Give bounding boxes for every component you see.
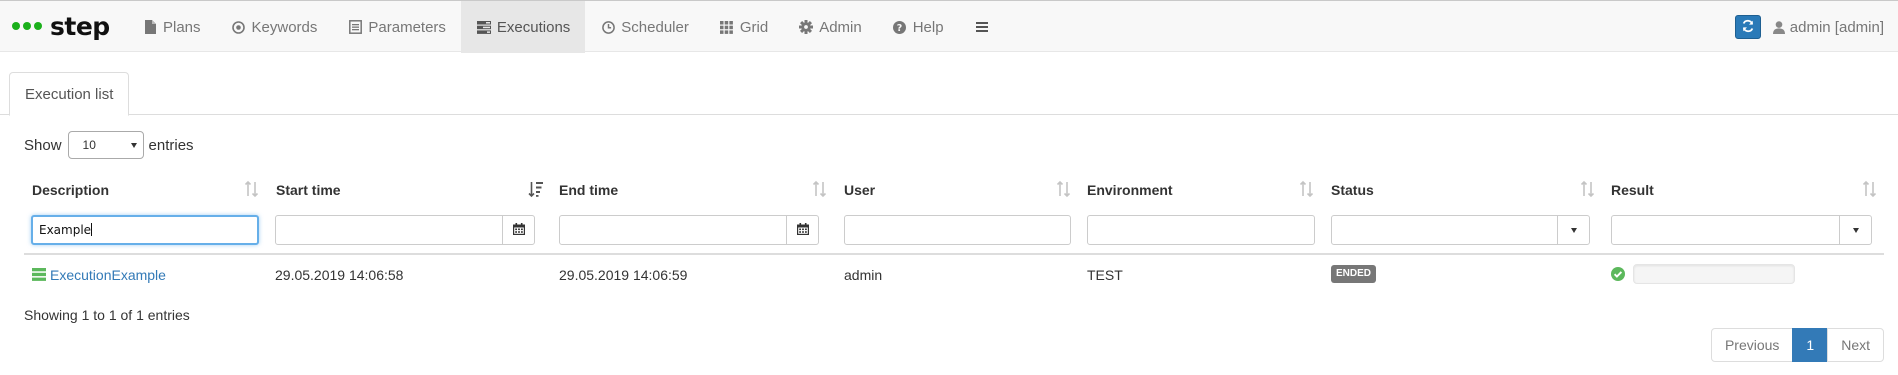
description-filter-input[interactable]: Example	[31, 215, 259, 245]
description-cell: ExecutionExample	[32, 265, 166, 285]
entries-select-value: 10	[82, 138, 96, 152]
column-header-user[interactable]: User	[844, 180, 875, 200]
end-time-date-button[interactable]	[786, 215, 819, 245]
start-time-cell: 29.05.2019 14:06:58	[275, 267, 404, 283]
nav-label: Parameters	[368, 18, 446, 36]
nav-label: Plans	[163, 18, 201, 36]
user-icon	[1772, 20, 1785, 34]
table-info: Showing 1 to 1 of 1 entries	[24, 307, 190, 323]
column-header-start-time[interactable]: Start time	[276, 180, 341, 200]
list-alt-icon	[347, 20, 363, 34]
refresh-icon	[1741, 19, 1755, 36]
start-time-date-button[interactable]	[502, 215, 535, 245]
environment-cell: TEST	[1087, 267, 1123, 283]
nav-label: Keywords	[251, 18, 318, 36]
tab-bar: Execution list	[0, 72, 1898, 116]
sort-icon[interactable]	[1299, 180, 1315, 198]
hamburger-icon	[974, 21, 990, 33]
column-header-result[interactable]: Result	[1611, 180, 1654, 200]
column-header-status[interactable]: Status	[1331, 180, 1374, 200]
sort-desc-icon[interactable]	[528, 180, 544, 198]
brand-name: step	[50, 11, 110, 41]
environment-filter-input[interactable]	[1087, 215, 1315, 245]
nav-right: admin [admin]	[1734, 1, 1884, 53]
file-icon	[142, 20, 158, 34]
tasks-icon	[32, 266, 46, 286]
grid-icon	[719, 20, 735, 34]
nav-plans[interactable]: Plans	[127, 1, 216, 53]
nav-label: Grid	[739, 18, 769, 36]
nav-help[interactable]: ? Help	[877, 1, 959, 53]
column-header-end-time[interactable]: End time	[559, 180, 618, 200]
help-icon: ?	[892, 20, 908, 34]
nav-scheduler[interactable]: Scheduler	[585, 1, 704, 53]
nav-menu[interactable]	[959, 1, 1010, 53]
nav-grid[interactable]: Grid	[704, 1, 783, 53]
nav-label: Help	[912, 18, 944, 36]
top-navbar: step Plans Keywords Parameters Execution…	[0, 0, 1898, 53]
user-filter-input[interactable]	[844, 215, 1071, 245]
result-filter-select[interactable]	[1611, 215, 1840, 245]
user-menu[interactable]: admin [admin]	[1772, 18, 1884, 36]
sort-icon[interactable]	[1580, 180, 1596, 198]
execution-link[interactable]: ExecutionExample	[50, 267, 166, 283]
result-progress-bar	[1633, 264, 1795, 284]
caret-down-icon	[1570, 227, 1577, 233]
length-prefix: Show	[24, 136, 62, 154]
pagination-page-button[interactable]: 1	[1792, 328, 1829, 362]
nav-keywords[interactable]: Keywords	[216, 1, 333, 53]
end-time-cell: 29.05.2019 14:06:59	[559, 267, 688, 283]
column-header-description[interactable]: Description	[32, 180, 109, 200]
description-filter-value: Example	[39, 223, 92, 237]
target-icon	[231, 20, 247, 34]
sort-icon[interactable]	[812, 180, 828, 198]
sort-icon[interactable]	[244, 180, 260, 198]
refresh-button[interactable]	[1734, 15, 1761, 39]
nav-parameters[interactable]: Parameters	[332, 1, 461, 53]
main-nav: Plans Keywords Parameters Executions Sch…	[127, 1, 1010, 53]
user-label: admin [admin]	[1789, 18, 1884, 36]
status-badge: ENDED	[1331, 265, 1377, 283]
chevron-down-icon	[130, 142, 137, 148]
table-header-divider	[24, 253, 1884, 255]
svg-text:?: ?	[897, 23, 903, 34]
check-circle-icon	[1611, 267, 1625, 284]
start-time-filter-input[interactable]	[275, 215, 503, 245]
brand-logo[interactable]: step	[12, 11, 110, 41]
status-filter-dropdown-button[interactable]	[1557, 215, 1590, 245]
result-filter-dropdown-button[interactable]	[1839, 215, 1872, 245]
caret-down-icon	[1852, 227, 1859, 233]
calendar-icon	[512, 222, 525, 238]
nav-label: Scheduler	[621, 18, 689, 36]
column-header-environment[interactable]: Environment	[1087, 180, 1173, 200]
user-cell: admin	[844, 267, 883, 283]
logo-dots-icon	[12, 22, 42, 30]
sort-icon[interactable]	[1862, 180, 1878, 198]
nav-label: Admin	[819, 18, 862, 36]
entries-length-control: Show 10 entries	[24, 131, 194, 159]
nav-label: Executions	[496, 18, 571, 36]
status-filter-select[interactable]	[1331, 215, 1558, 245]
pagination-previous-button[interactable]: Previous	[1710, 328, 1794, 362]
calendar-icon	[796, 222, 809, 238]
gear-icon	[798, 20, 814, 34]
nav-executions[interactable]: Executions	[460, 1, 586, 53]
pagination-next-button[interactable]: Next	[1827, 328, 1884, 362]
tab-execution-list[interactable]: Execution list	[9, 72, 130, 116]
end-time-filter-input[interactable]	[559, 215, 787, 245]
entries-select[interactable]: 10	[67, 131, 144, 159]
tasks-icon	[476, 20, 492, 34]
clock-icon	[600, 20, 616, 34]
sort-icon[interactable]	[1056, 180, 1072, 198]
nav-admin[interactable]: Admin	[783, 1, 877, 53]
length-suffix: entries	[148, 136, 194, 154]
pagination: Previous 1 Next	[1710, 328, 1884, 362]
